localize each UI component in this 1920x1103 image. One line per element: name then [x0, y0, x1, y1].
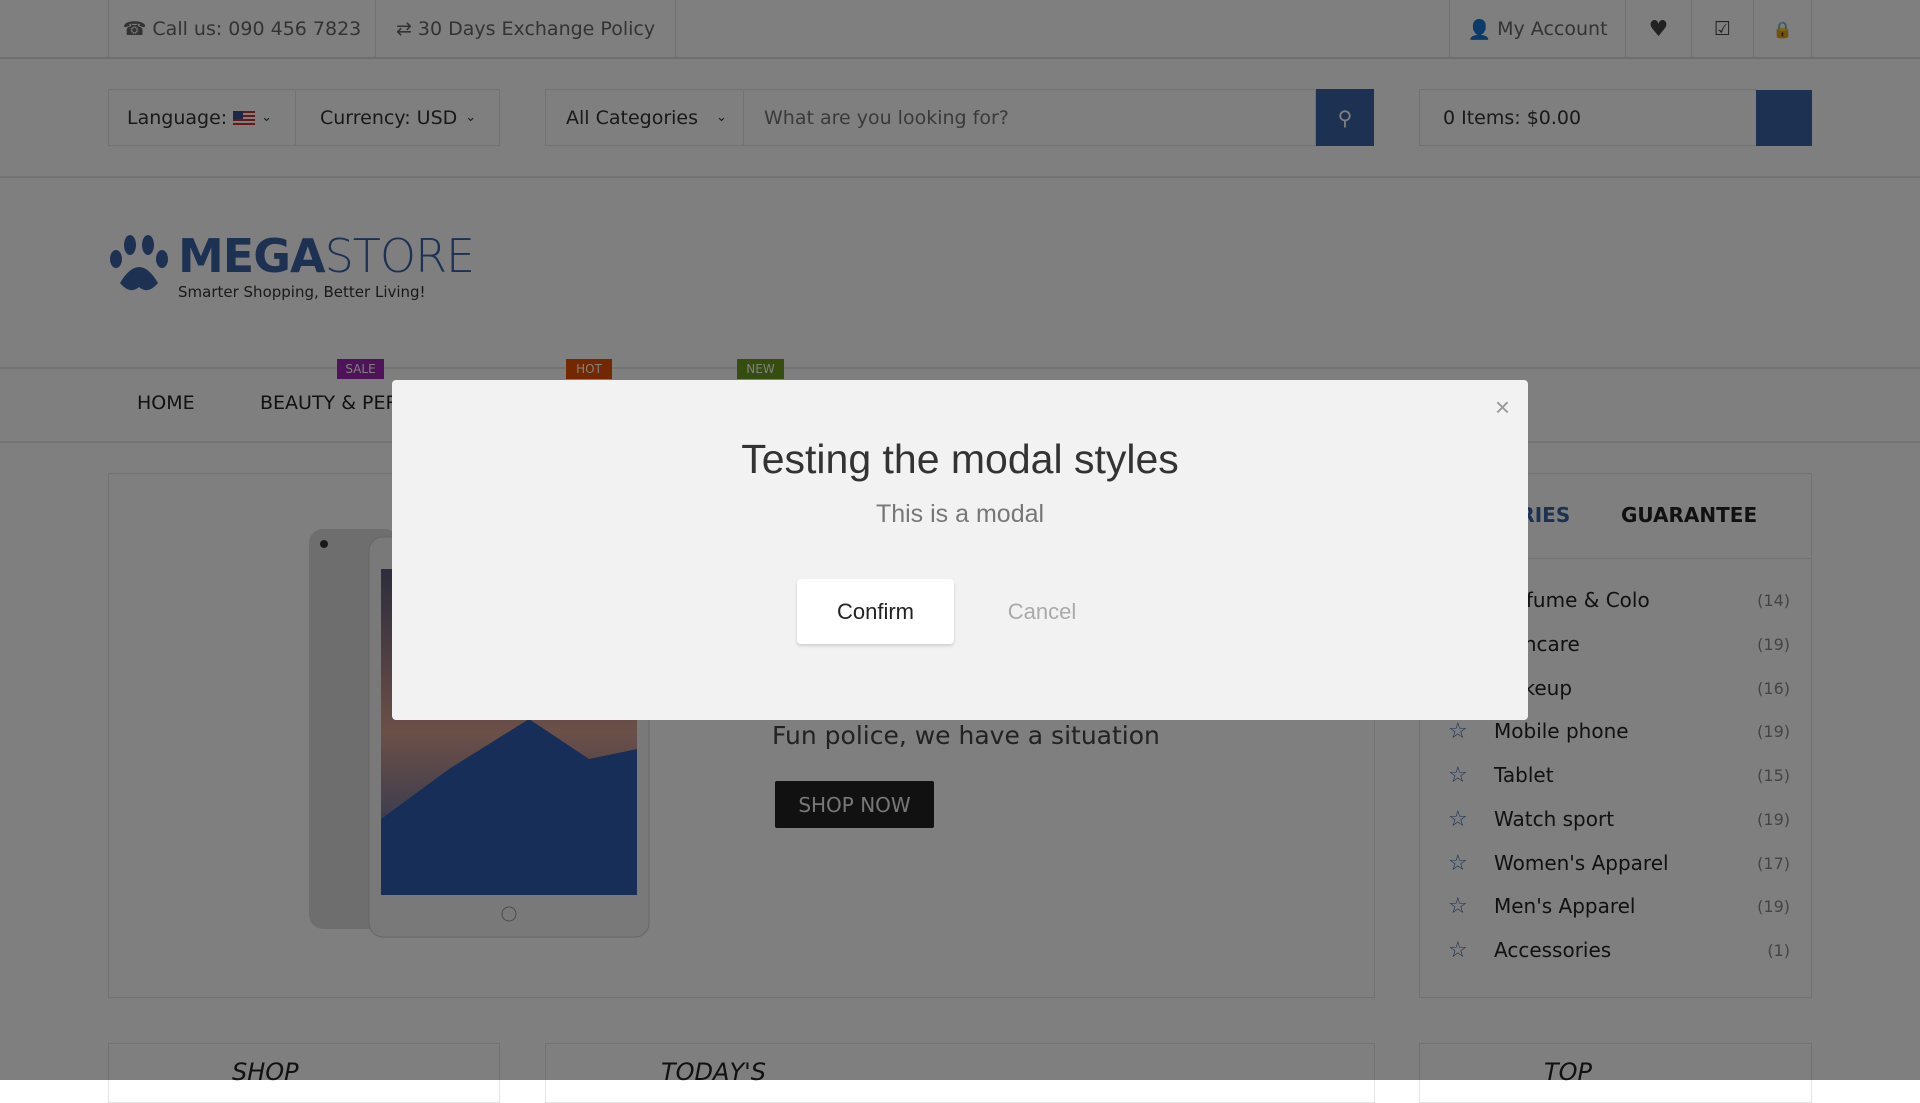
modal-dialog: × Testing the modal styles This is a mod… [392, 380, 1528, 720]
close-icon[interactable]: × [1495, 392, 1510, 423]
modal-subtitle: This is a modal [875, 500, 1045, 528]
cancel-button[interactable]: Cancel [982, 579, 1102, 644]
modal-title: Testing the modal styles [741, 436, 1179, 482]
confirm-button[interactable]: Confirm [797, 579, 954, 644]
